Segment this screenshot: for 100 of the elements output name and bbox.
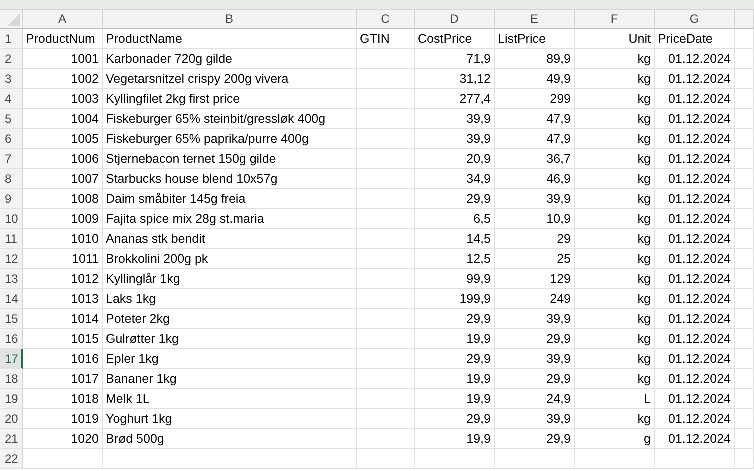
table-cell: 29,9: [495, 369, 575, 389]
table-cell: 19,9: [415, 369, 495, 389]
table-cell: 29,9: [415, 349, 495, 369]
table-cell: 1002: [23, 69, 103, 89]
empty-cell: [357, 89, 415, 109]
table-cell: kg: [575, 189, 655, 209]
row-header[interactable]: 16: [0, 329, 23, 349]
row-header[interactable]: 4: [0, 89, 23, 109]
row-header[interactable]: 3: [0, 69, 23, 89]
column-header[interactable]: F: [575, 10, 655, 29]
empty-cell: [735, 389, 754, 409]
row-header[interactable]: 9: [0, 189, 23, 209]
empty-cell: [357, 49, 415, 69]
row-header[interactable]: 10: [0, 209, 23, 229]
empty-cell: [735, 149, 754, 169]
row-header[interactable]: 6: [0, 129, 23, 149]
table-cell: 31,12: [415, 69, 495, 89]
empty-cell: [735, 69, 754, 89]
row-header[interactable]: 20: [0, 409, 23, 429]
row-header[interactable]: 17: [0, 349, 23, 369]
table-cell: Fiskeburger 65% paprika/purre 400g: [103, 129, 357, 149]
table-cell: kg: [575, 409, 655, 429]
table-cell: kg: [575, 69, 655, 89]
row-header[interactable]: 11: [0, 229, 23, 249]
table-cell: Karbonader 720g gilde: [103, 49, 357, 69]
row-header[interactable]: 2: [0, 49, 23, 69]
column-header[interactable]: A: [23, 10, 103, 29]
table-cell: Brokkolini 200g pk: [103, 249, 357, 269]
row-header[interactable]: 12: [0, 249, 23, 269]
row-header[interactable]: 7: [0, 149, 23, 169]
empty-cell: [357, 369, 415, 389]
column-header[interactable]: E: [495, 10, 575, 29]
table-cell: 249: [495, 289, 575, 309]
table-cell: 39,9: [495, 309, 575, 329]
table-cell: kg: [575, 349, 655, 369]
table-cell: 1008: [23, 189, 103, 209]
empty-cell: [735, 229, 754, 249]
row-header[interactable]: 14: [0, 289, 23, 309]
table-cell: 1019: [23, 409, 103, 429]
table-cell: 1006: [23, 149, 103, 169]
row-header[interactable]: 1: [0, 29, 23, 49]
table-cell: 01.12.2024: [655, 189, 735, 209]
table-cell: 29,9: [415, 309, 495, 329]
column-header[interactable]: C: [357, 10, 415, 29]
empty-cell: [357, 229, 415, 249]
table-cell: 01.12.2024: [655, 369, 735, 389]
row-header[interactable]: 21: [0, 429, 23, 449]
empty-cell: [735, 109, 754, 129]
column-header[interactable]: G: [655, 10, 735, 29]
table-cell: 199,9: [415, 289, 495, 309]
table-cell: Laks 1kg: [103, 289, 357, 309]
table-cell: 01.12.2024: [655, 289, 735, 309]
row-header[interactable]: 18: [0, 369, 23, 389]
table-cell: 39,9: [495, 409, 575, 429]
table-cell: Starbucks house blend 10x57g: [103, 169, 357, 189]
row-header[interactable]: 15: [0, 309, 23, 329]
empty-cell: [357, 249, 415, 269]
table-cell: kg: [575, 49, 655, 69]
table-cell: g: [575, 429, 655, 449]
empty-cell: [357, 189, 415, 209]
table-cell: Fajita spice mix 28g st.maria: [103, 209, 357, 229]
row-header[interactable]: 13: [0, 269, 23, 289]
empty-cell: [357, 429, 415, 449]
table-cell: 1010: [23, 229, 103, 249]
column-header[interactable]: B: [103, 10, 357, 29]
table-cell: Fiskeburger 65% steinbit/gressløk 400g: [103, 109, 357, 129]
table-cell: 39,9: [415, 129, 495, 149]
row-header[interactable]: 8: [0, 169, 23, 189]
table-cell: Daim småbiter 145g freia: [103, 189, 357, 209]
table-cell: 01.12.2024: [655, 69, 735, 89]
table-cell: 01.12.2024: [655, 109, 735, 129]
table-cell: 39,9: [495, 189, 575, 209]
table-cell: Kyllingfilet 2kg first price: [103, 89, 357, 109]
empty-cell: [735, 49, 754, 69]
table-cell: 1012: [23, 269, 103, 289]
column-header[interactable]: [735, 10, 754, 29]
empty-cell: [735, 189, 754, 209]
table-cell: 47,9: [495, 129, 575, 149]
table-cell: CostPrice: [415, 29, 495, 49]
table-cell: Ananas stk bendit: [103, 229, 357, 249]
table-cell: 1020: [23, 429, 103, 449]
table-cell: kg: [575, 329, 655, 349]
table-cell: ProductNum: [23, 29, 103, 49]
empty-cell: [357, 309, 415, 329]
table-cell: 01.12.2024: [655, 429, 735, 449]
table-cell: 20,9: [415, 149, 495, 169]
row-header[interactable]: 5: [0, 109, 23, 129]
row-header[interactable]: 22: [0, 449, 23, 469]
table-cell: 01.12.2024: [655, 349, 735, 369]
table-cell: 19,9: [415, 329, 495, 349]
table-cell: kg: [575, 309, 655, 329]
table-cell: 1013: [23, 289, 103, 309]
table-cell: Gulrøtter 1kg: [103, 329, 357, 349]
empty-cell: [357, 449, 415, 469]
table-cell: 01.12.2024: [655, 49, 735, 69]
row-header[interactable]: 19: [0, 389, 23, 409]
table-cell: kg: [575, 209, 655, 229]
table-cell: 1009: [23, 209, 103, 229]
empty-cell: [357, 109, 415, 129]
column-header[interactable]: D: [415, 10, 495, 29]
